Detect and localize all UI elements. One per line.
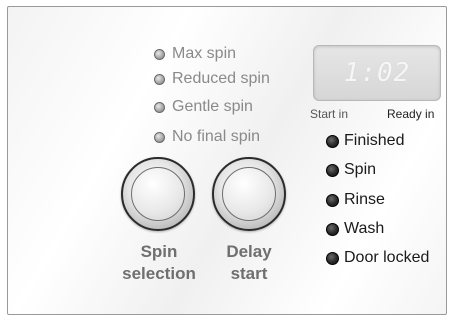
status-wash: Wash: [326, 218, 384, 240]
spin-option-label: No final spin: [172, 128, 261, 145]
delay-start-label-line2: start: [230, 264, 268, 283]
status-light-icon: [326, 193, 339, 207]
status-light-icon: [326, 134, 339, 148]
status-light-icon: [326, 163, 339, 177]
control-panel: Max spin Reduced spin Gentle spin No fin…: [7, 6, 447, 315]
status-label: Door locked: [344, 249, 430, 266]
delay-start-label: Delay start: [199, 241, 299, 285]
spin-option-no-final: No final spin: [154, 127, 260, 147]
status-light-icon: [326, 251, 339, 265]
indicator-light-icon: [154, 73, 165, 85]
spin-selection-label-line1: Spin: [140, 242, 178, 261]
time-display: 1:02: [313, 45, 441, 101]
status-rinse: Rinse: [326, 189, 385, 211]
indicator-light-icon: [154, 131, 165, 143]
spin-option-max: Max spin: [154, 44, 236, 64]
time-display-value: 1:02: [343, 58, 411, 88]
indicator-light-icon: [154, 101, 165, 113]
status-label: Rinse: [344, 191, 385, 208]
spin-selection-button[interactable]: [121, 157, 195, 231]
status-finished: Finished: [326, 130, 404, 152]
status-label: Spin: [344, 161, 377, 178]
status-spin: Spin: [326, 159, 376, 181]
spin-option-reduced: Reduced spin: [154, 69, 270, 89]
start-in-label: Start in: [310, 107, 349, 121]
spin-selection-label-line2: selection: [122, 264, 196, 283]
indicator-light-icon: [154, 48, 165, 60]
delay-start-button[interactable]: [212, 157, 286, 231]
ready-in-label: Ready in: [387, 107, 435, 121]
spin-option-label: Gentle spin: [172, 98, 253, 115]
status-door-locked: Door locked: [326, 247, 429, 269]
delay-start-label-line1: Delay: [226, 242, 272, 261]
button-face: [131, 167, 185, 221]
spin-option-label: Max spin: [172, 45, 237, 62]
spin-selection-label: Spin selection: [109, 241, 209, 285]
status-label: Finished: [344, 132, 405, 149]
button-face: [222, 167, 276, 221]
spin-option-label: Reduced spin: [172, 70, 270, 87]
status-light-icon: [326, 222, 339, 236]
spin-option-gentle: Gentle spin: [154, 97, 253, 117]
status-label: Wash: [344, 220, 385, 237]
